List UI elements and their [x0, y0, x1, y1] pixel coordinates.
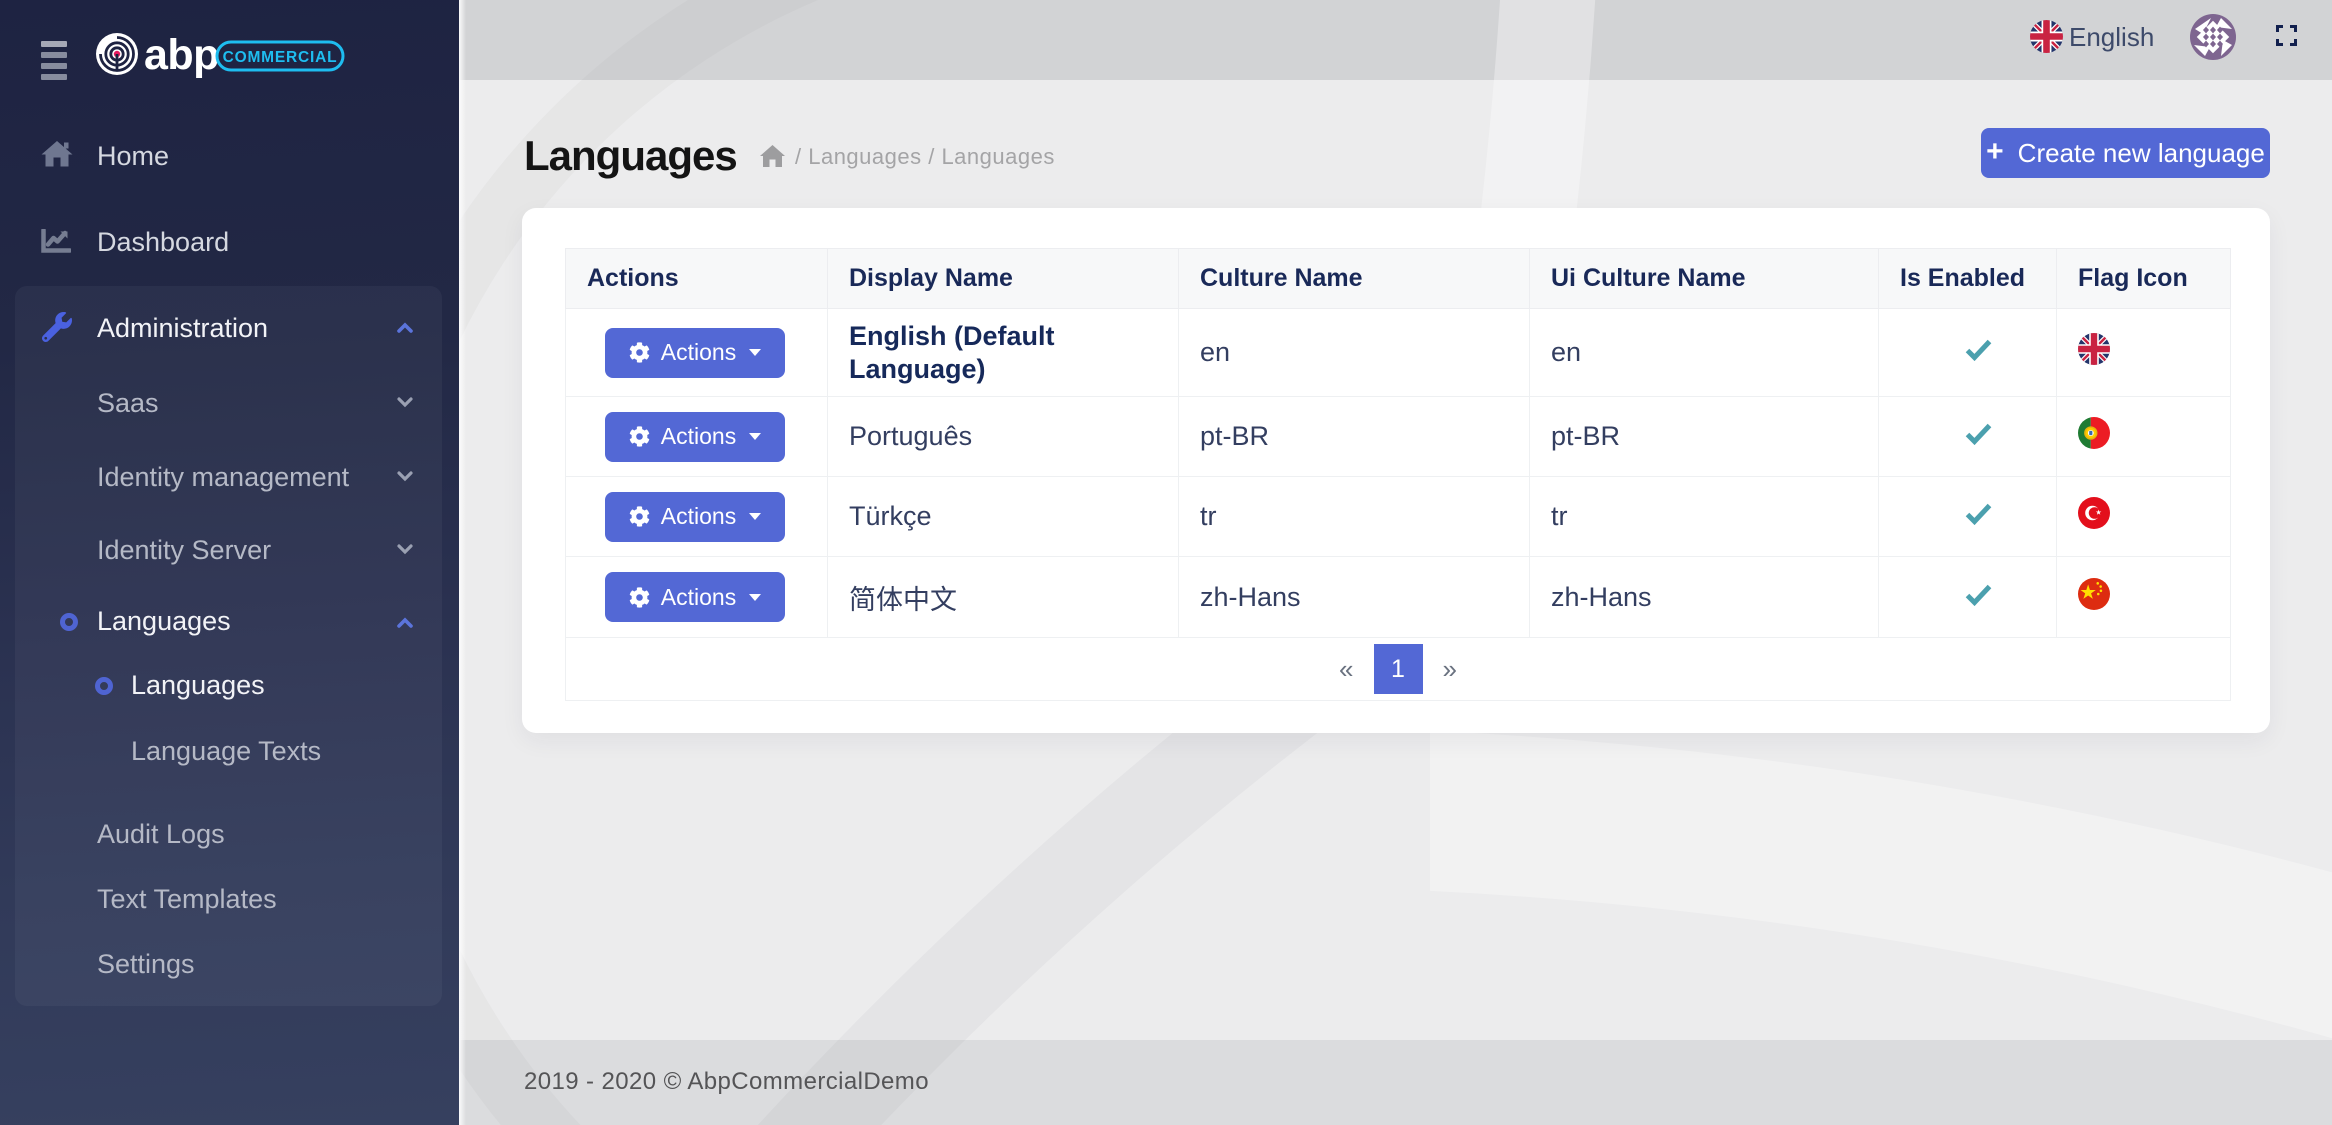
- svg-text:abp: abp: [144, 32, 219, 79]
- svg-text:COMMERCIAL: COMMERCIAL: [223, 49, 338, 66]
